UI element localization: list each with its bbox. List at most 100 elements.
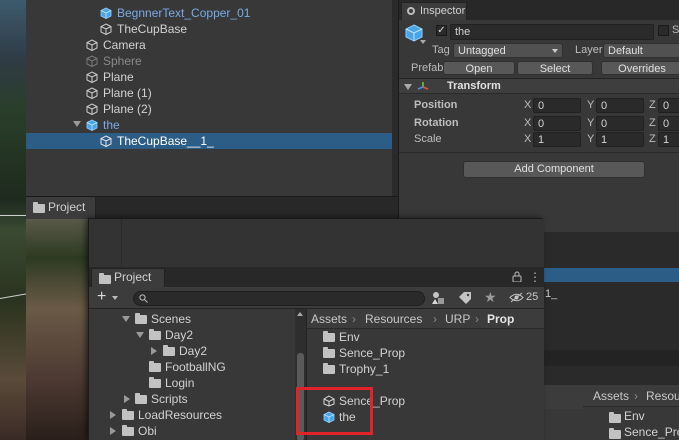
tab-project[interactable]: Project (91, 268, 165, 287)
tree-item-label: Scripts (151, 392, 188, 406)
object-name-field[interactable]: the (450, 24, 654, 40)
rotation-y-field[interactable]: 0 (596, 116, 644, 131)
search-by-type-icon[interactable] (431, 291, 447, 305)
expand-arrow-icon[interactable] (124, 395, 130, 403)
scale-label: Scale (414, 133, 442, 145)
axis-z-label: Z (649, 133, 656, 145)
hierarchy-item-selected[interactable]: TheCupBase__1_ (26, 133, 392, 149)
scene-gizmo-line (0, 215, 26, 216)
icon-dropdown-arrow[interactable] (420, 40, 426, 44)
tab-project[interactable]: Project (26, 197, 96, 219)
fold-arrow-icon[interactable] (73, 121, 81, 127)
expand-arrow-icon[interactable] (110, 411, 116, 419)
list-item[interactable]: Sence_Prop (624, 425, 679, 439)
breadcrumb-item[interactable]: Resources (365, 309, 422, 329)
breadcrumb-item[interactable]: URP (445, 309, 470, 329)
folder-icon (135, 393, 147, 404)
active-checkbox[interactable]: ✓ (436, 25, 447, 36)
breadcrumb-separator-icon: › (433, 312, 437, 326)
scale-z-field[interactable]: 1 (658, 132, 679, 147)
add-component-button[interactable]: Add Component (463, 161, 645, 178)
prefab-overrides-button[interactable]: Overrides (601, 61, 679, 75)
label-tag-icon[interactable] (458, 291, 472, 305)
prefab-label: Prefab (411, 62, 444, 74)
tree-item-label: FootballNG (165, 360, 226, 374)
tab-project-label: Project (114, 270, 152, 284)
hierarchy-item-label: Camera (103, 38, 146, 52)
more-options-icon[interactable]: ⋮ (529, 269, 541, 285)
hierarchy-item[interactable]: Plane (2) (26, 101, 392, 117)
expand-arrow-icon[interactable] (151, 347, 157, 355)
add-icon[interactable]: + (97, 288, 106, 306)
tag-value: Untagged (458, 45, 506, 57)
axis-y-label: Y (587, 133, 595, 145)
hierarchy-item-label: Plane (103, 70, 134, 84)
scene-view[interactable] (0, 0, 26, 440)
tab-project-label: Project (48, 200, 86, 214)
transform-header[interactable]: Transform (399, 78, 679, 94)
project-toolbar: + ★ 25 (89, 287, 544, 309)
rotation-z-field[interactable]: 0 (658, 116, 679, 131)
hierarchy-item[interactable]: TheCupBase (26, 21, 392, 37)
position-x-field[interactable]: 0 (533, 98, 581, 113)
hidden-eye-icon[interactable] (509, 292, 524, 303)
tab-inspector-label: Inspector (420, 5, 466, 17)
project-tabbar: Project ⋮ (89, 267, 544, 287)
transform-icon (417, 82, 429, 90)
axis-x-label: X (524, 117, 532, 129)
hierarchy-item-label: Plane (1) (103, 86, 152, 100)
layer-value: Default (608, 45, 643, 57)
scroll-up-icon[interactable] (297, 312, 303, 316)
hierarchy-item[interactable]: the (26, 117, 392, 133)
rotation-x-field[interactable]: 0 (533, 116, 581, 131)
fold-arrow-icon[interactable] (136, 332, 144, 338)
breadcrumb-item-current[interactable]: Prop (487, 309, 514, 329)
layer-dropdown[interactable]: Default (603, 43, 679, 58)
hierarchy-item[interactable]: Plane (1) (26, 85, 392, 101)
folder-icon (323, 331, 335, 342)
position-y-field[interactable]: 0 (596, 98, 644, 113)
prefab-open-button[interactable]: Open (443, 61, 515, 75)
fold-arrow-icon[interactable] (122, 316, 130, 322)
folder-icon (163, 345, 175, 356)
axis-x-label: X (524, 99, 532, 111)
tag-dropdown[interactable]: Untagged (453, 43, 563, 58)
scale-y-field[interactable]: 1 (596, 132, 644, 147)
tab-inspector[interactable]: Inspector (401, 2, 467, 20)
folder-icon (33, 202, 45, 213)
scene-view-lower (26, 218, 88, 440)
gameobject-cube-icon (86, 103, 98, 115)
static-checkbox[interactable] (658, 25, 669, 36)
hierarchy-item[interactable]: Sphere (26, 53, 392, 69)
expand-arrow-icon[interactable] (110, 427, 116, 435)
chevron-down-icon[interactable] (112, 296, 118, 300)
position-z-field[interactable]: 0 (658, 98, 679, 113)
folder-icon (135, 313, 147, 324)
folder-icon (122, 425, 134, 436)
breadcrumb-item[interactable]: Assets (593, 386, 629, 406)
second-project-panel: Assets › Resou Env Sence_Prop (543, 385, 679, 440)
hierarchy-item[interactable]: Camera (26, 37, 392, 53)
scale-x-field[interactable]: 1 (533, 132, 581, 147)
favorite-star-icon[interactable]: ★ (484, 289, 497, 305)
breadcrumb-item[interactable]: Assets (311, 309, 347, 329)
gameobject-cube-icon (86, 71, 98, 83)
folder-icon (149, 377, 161, 388)
breadcrumb-item[interactable]: Resou (646, 386, 679, 406)
tree-item-label: Day2 (179, 344, 208, 358)
search-input[interactable] (133, 291, 425, 306)
inspector-tabbar: Inspector (399, 0, 679, 20)
folder-tree: Scenes Day2 Day2 FootballNG Login Script… (89, 309, 307, 440)
lock-icon[interactable] (512, 271, 522, 282)
hierarchy-item[interactable]: Plane (26, 69, 392, 85)
axis-z-label: Z (649, 99, 656, 111)
hierarchy-item[interactable]: BegnnerText_Copper_01 (26, 5, 392, 21)
prefab-cube-icon (100, 7, 112, 19)
hierarchy-item-label: TheCupBase__1_ (117, 134, 214, 148)
list-item[interactable]: Env (624, 409, 645, 423)
divider (121, 219, 122, 267)
folder-icon (609, 428, 621, 439)
list-item-label: Env (339, 330, 360, 344)
info-icon (407, 7, 415, 15)
prefab-select-button[interactable]: Select (517, 61, 593, 75)
